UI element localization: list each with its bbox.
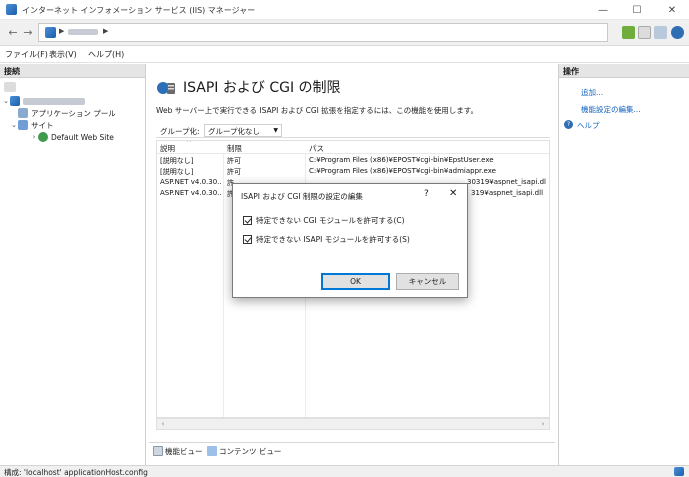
website-icon — [38, 132, 48, 142]
group-by-select[interactable]: グループ化なし ▼ — [204, 124, 282, 137]
content-view-icon — [207, 446, 217, 456]
server-icon — [10, 96, 20, 106]
tree-label-app-pools: アプリケーション プール — [31, 108, 116, 118]
title-bar: インターネット インフォメーション サービス (IIS) マネージャー — ☐ … — [0, 0, 689, 20]
table-row[interactable]: [説明なし] 許可 C:¥Program Files (x86)¥EPOST¥c… — [157, 156, 549, 167]
minimize-button[interactable]: — — [586, 0, 620, 20]
cell-restriction: 許可 — [227, 168, 241, 176]
page-title: ISAPI および CGI の制限 — [183, 80, 341, 96]
feature-description: Web サーバー上で実行できる ISAPI および CGI 拡張を指定するには、… — [156, 106, 479, 115]
help-icon: ? — [564, 120, 573, 129]
cell-description: ASP.NET v4.0.30... — [160, 189, 222, 197]
edit-settings-dialog: ISAPI および CGI 制限の設定の編集 ? ✕ 特定できない CGI モジ… — [232, 183, 468, 298]
maximize-button[interactable]: ☐ — [620, 0, 654, 20]
actions-header: 操作 — [559, 64, 689, 78]
app-pool-icon — [18, 108, 28, 118]
actions-title: 操作 — [563, 67, 579, 76]
sort-ascending-icon: ^ — [186, 140, 192, 147]
chevron-down-icon[interactable]: ⌄ — [10, 121, 18, 129]
sites-icon — [18, 120, 28, 130]
cell-description: [説明なし] — [160, 157, 194, 165]
table-row[interactable]: [説明なし] 許可 C:¥Program Files (x86)¥EPOST¥c… — [157, 167, 549, 178]
checkbox-checked-icon[interactable] — [243, 235, 252, 244]
isapi-cgi-feature-icon — [157, 82, 175, 94]
table-header: 説明 ^ 制限 パス — [157, 140, 549, 154]
iis-app-icon — [6, 4, 17, 15]
status-text: 構成: 'localhost' applicationHost.config — [4, 468, 148, 477]
tree-item-server[interactable]: ⌄ — [2, 95, 116, 107]
menu-file[interactable]: ファイル(F) — [5, 49, 48, 60]
view-tabs: 機能ビュー コンテンツ ビュー — [149, 442, 555, 456]
dialog-title: ISAPI および CGI 制限の設定の編集 — [241, 192, 363, 201]
group-by-label: グループ化: — [160, 127, 200, 136]
group-by-bar: グループ化: グループ化なし ▼ — [156, 122, 550, 138]
actions-pane: 操作 追加... 機能設定の編集... ? ヘルプ — [558, 64, 689, 465]
tree-label-default-site: Default Web Site — [51, 132, 114, 142]
cell-restriction: 許可 — [227, 157, 241, 165]
cell-description: [説明なし] — [160, 168, 194, 176]
tree-item-default-site[interactable]: › Default Web Site — [2, 131, 116, 143]
scroll-right-icon[interactable]: › — [537, 419, 549, 429]
column-path[interactable]: パス — [309, 143, 324, 154]
allow-unspecified-isapi-checkbox[interactable]: 特定できない ISAPI モジュールを許可する(S) — [243, 234, 410, 245]
tab-features-view[interactable]: 機能ビュー — [153, 445, 203, 457]
help-icon[interactable] — [671, 26, 684, 39]
forward-button[interactable]: → — [21, 26, 35, 40]
allow-unspecified-isapi-label: 特定できない ISAPI モジュールを許可する(S) — [256, 235, 410, 244]
window-title: インターネット インフォメーション サービス (IIS) マネージャー — [22, 6, 256, 15]
server-status-icon — [674, 467, 684, 476]
action-add[interactable]: 追加... — [581, 87, 603, 98]
breadcrumb-server[interactable] — [68, 29, 98, 35]
chevron-down-icon[interactable]: ⌄ — [2, 97, 10, 105]
menu-help[interactable]: ヘルプ(H) — [88, 49, 124, 60]
status-bar: 構成: 'localhost' applicationHost.config — [0, 465, 689, 477]
action-help[interactable]: ヘルプ — [577, 120, 600, 131]
horizontal-scrollbar[interactable]: ‹ › — [156, 418, 550, 430]
features-view-icon — [153, 446, 163, 456]
action-edit-feature-settings[interactable]: 機能設定の編集... — [581, 104, 641, 115]
checkbox-checked-icon[interactable] — [243, 216, 252, 225]
cancel-button[interactable]: キャンセル — [396, 273, 459, 290]
tab-content-view-label: コンテンツ ビュー — [219, 446, 282, 456]
cell-path: 319¥aspnet_isapi.dll — [471, 189, 544, 197]
tree-item-app-pools[interactable]: アプリケーション プール — [2, 107, 116, 119]
connections-tree: ⌄ アプリケーション プール ⌄ サイト › Default Web Site — [2, 95, 116, 143]
cell-path: C:¥Program Files (x86)¥EPOST¥cgi-bin¥adm… — [309, 167, 496, 175]
menu-view[interactable]: 表示(V) — [49, 49, 77, 60]
close-button[interactable]: ✕ — [655, 0, 689, 20]
tree-item-sites[interactable]: ⌄ サイト — [2, 119, 116, 131]
stop-icon[interactable] — [638, 26, 651, 39]
back-button[interactable]: ← — [6, 26, 20, 40]
dialog-help-button[interactable]: ? — [424, 189, 429, 199]
scroll-left-icon[interactable]: ‹ — [157, 419, 169, 429]
connections-pane: 接続 ⌄ アプリケーション プール ⌄ サイト › Default Web Si… — [0, 64, 146, 465]
server-name — [23, 97, 85, 105]
chevron-right-icon[interactable]: › — [30, 133, 38, 141]
address-bar: ← → ▶ ▶ — [0, 20, 689, 46]
allow-unspecified-cgi-checkbox[interactable]: 特定できない CGI モジュールを許可する(C) — [243, 215, 405, 226]
dialog-close-button[interactable]: ✕ — [449, 188, 457, 199]
connections-header: 接続 — [0, 64, 145, 78]
breadcrumb-separator-icon: ▶ — [59, 27, 65, 35]
cell-description: ASP.NET v4.0.30... — [160, 178, 222, 186]
tree-label-sites: サイト — [31, 120, 54, 130]
ok-button[interactable]: OK — [321, 273, 390, 290]
tab-features-view-label: 機能ビュー — [165, 446, 203, 456]
breadcrumb-separator-icon: ▶ — [103, 27, 109, 35]
column-restriction[interactable]: 制限 — [227, 143, 242, 154]
column-description[interactable]: 説明 — [160, 143, 175, 154]
home-icon[interactable] — [654, 26, 667, 39]
dropdown-arrow-icon: ▼ — [273, 127, 278, 134]
cell-path: C:¥Program Files (x86)¥EPOST¥cgi-bin¥Eps… — [309, 156, 494, 164]
address-field[interactable] — [38, 23, 608, 42]
connections-title: 接続 — [4, 67, 20, 76]
server-icon — [45, 27, 56, 38]
menu-bar: ファイル(F) 表示(V) ヘルプ(H) — [0, 46, 689, 63]
tab-content-view[interactable]: コンテンツ ビュー — [207, 445, 281, 457]
connect-icon[interactable] — [4, 82, 16, 92]
go-icon[interactable] — [622, 26, 635, 39]
group-by-value: グループ化なし — [208, 127, 261, 136]
allow-unspecified-cgi-label: 特定できない CGI モジュールを許可する(C) — [256, 216, 405, 225]
cell-path: 30319¥aspnet_isapi.dl — [467, 178, 546, 186]
